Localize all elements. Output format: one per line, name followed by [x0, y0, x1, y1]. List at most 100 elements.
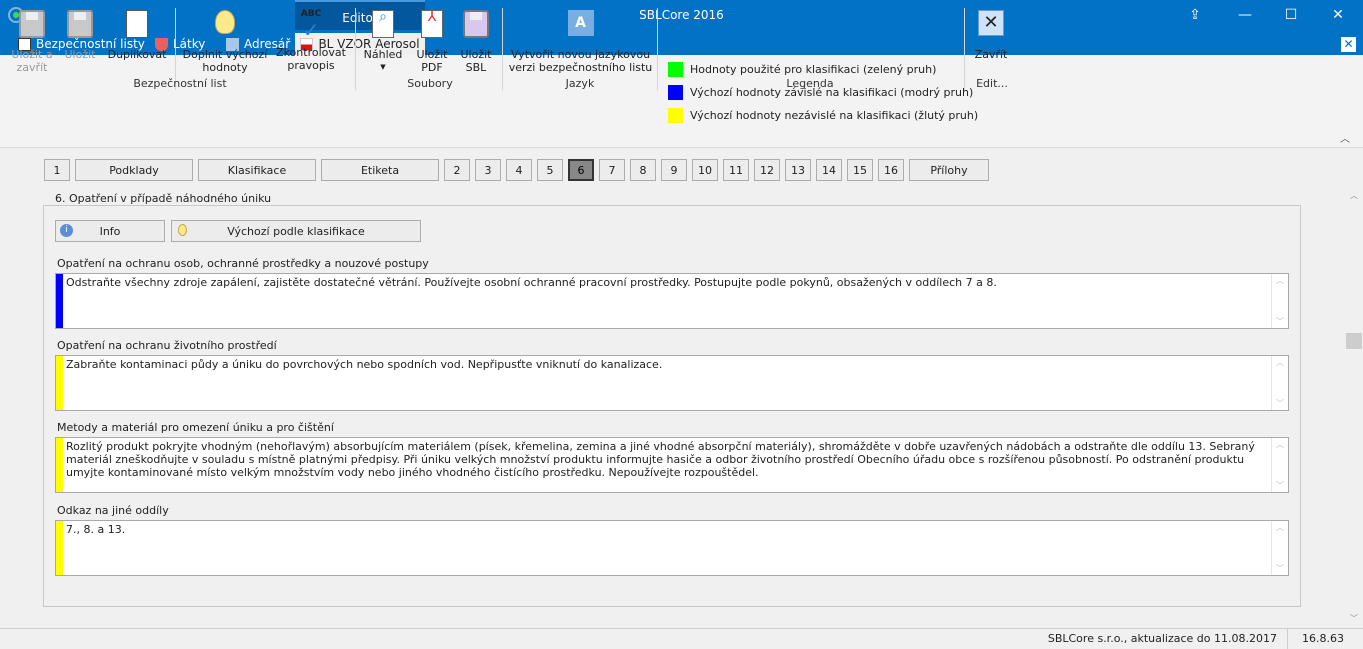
field-label: Odkaz na jiné oddíly [57, 504, 169, 517]
info-icon: i [60, 224, 73, 237]
field-label: Opatření na ochranu životního prostředí [57, 339, 277, 352]
field-textarea[interactable]: Zabraňte kontaminaci půdy a úniku do pov… [55, 355, 1289, 411]
label: pravopis [287, 59, 335, 72]
label: hodnoty [202, 61, 248, 74]
label: Hodnoty použité pro klasifikaci (zelený … [690, 63, 937, 76]
textarea-scrollbar[interactable]: ︿ ﹀ [1271, 274, 1288, 328]
save-sbl-button[interactable]: Uložit SBL [456, 8, 496, 74]
minimize-button[interactable]: — [1225, 4, 1265, 26]
label: verzi bezpečnostního listu [508, 61, 653, 74]
nav-button-8[interactable]: 8 [630, 159, 656, 181]
nav-button-přílohy[interactable]: Přílohy [909, 159, 989, 181]
field-value: 7., 8. a 13. [66, 523, 126, 536]
save-close-icon [19, 10, 45, 38]
collapse-ribbon-icon[interactable]: ︿ [1340, 130, 1350, 145]
new-language-version-button[interactable]: A Vytvořit novou jazykovou verzi bezpečnos… [508, 8, 653, 74]
save-button[interactable]: Uložit [60, 8, 100, 61]
textarea-scrollbar[interactable]: ︿ ﹀ [1271, 521, 1288, 575]
textarea-scrollbar[interactable]: ︿ ﹀ [1271, 356, 1288, 410]
group-label: Bezpečnostní list [133, 77, 227, 90]
nav-button-7[interactable]: 7 [599, 159, 625, 181]
close-document-button[interactable]: ✕ [1341, 37, 1356, 52]
field-textarea[interactable]: 7., 8. a 13. ︿ ﹀ [55, 520, 1289, 576]
vertical-scrollbar[interactable]: ︿ ﹀ [1345, 148, 1363, 628]
nav-button-podklady[interactable]: Podklady [75, 159, 193, 181]
separator [657, 8, 658, 90]
nav-button-13[interactable]: 13 [785, 159, 811, 181]
label: Uložit [64, 48, 96, 61]
nav-button-16[interactable]: 16 [878, 159, 904, 181]
label: Duplikovat [107, 48, 167, 61]
scrollbar-thumb[interactable] [1346, 333, 1362, 349]
nav-button-15[interactable]: 15 [847, 159, 873, 181]
nav-button-etiketa[interactable]: Etiketa [321, 159, 439, 181]
nav-button-4[interactable]: 4 [506, 159, 532, 181]
label: Výchozí hodnoty nezávislé na klasifikaci… [690, 109, 979, 122]
defaults-by-classification-button[interactable]: Výchozí podle klasifikace [171, 220, 421, 242]
field-label: Metody a materiál pro omezení úniku a pr… [57, 421, 334, 434]
field-textarea[interactable]: Rozlitý produkt pokryjte vhodným (nehořl… [55, 437, 1289, 493]
label: Uložit a [11, 48, 53, 61]
group-label: Edit... [976, 77, 1008, 90]
separator [355, 8, 356, 90]
status-version: 16.8.63 [1302, 632, 1344, 645]
label: Zavřít [974, 48, 1008, 61]
duplicate-button[interactable]: Duplikovat [105, 8, 169, 61]
label: Doplnit výchozí [182, 48, 268, 61]
lightbulb-icon [178, 224, 187, 236]
info-button[interactable]: i Info [55, 220, 165, 242]
section-title: 6. Opatření v případě náhodného úniku [52, 192, 275, 205]
classification-stripe [56, 274, 63, 328]
label: Výchozí podle klasifikace [227, 224, 365, 238]
group-label: Soubory [407, 77, 453, 90]
label: Zkontrolovat [276, 46, 346, 59]
pdf-icon: ⅄ [421, 10, 443, 38]
restore-ribbon-icon[interactable]: ⇪ [1175, 4, 1215, 26]
classification-stripe [56, 356, 63, 410]
label: Náhled [363, 48, 403, 61]
save-and-close-button[interactable]: Uložit a zavřít [8, 8, 56, 74]
nav-button-9[interactable]: 9 [661, 159, 687, 181]
label: PDF [421, 61, 443, 74]
yellow-swatch [668, 108, 683, 123]
lightbulb-icon [215, 10, 235, 34]
save-pdf-button[interactable]: ⅄ Uložit PDF [412, 8, 452, 74]
classification-stripe [56, 438, 63, 492]
legend-item-yellow: Výchozí hodnoty nezávislé na klasifikaci… [668, 108, 978, 123]
nav-button-12[interactable]: 12 [754, 159, 780, 181]
spellcheck-button[interactable]: ABC ✓ Zkontrolovat pravopis [274, 8, 348, 72]
blue-swatch [668, 85, 683, 100]
nav-button-klasifikace[interactable]: Klasifikace [198, 159, 316, 181]
preview-button[interactable]: ⌕ Náhled ▼ [362, 8, 404, 74]
nav-button-14[interactable]: 14 [816, 159, 842, 181]
nav-button-2[interactable]: 2 [444, 159, 470, 181]
status-company: SBLCore s.r.o., aktualizace do 11.08.201… [1048, 629, 1288, 649]
fill-defaults-button[interactable]: Doplnit výchozí hodnoty [180, 8, 270, 74]
close-window-button[interactable]: ✕ [1318, 4, 1358, 26]
label: Uložit [460, 48, 492, 61]
label: Vytvořit novou jazykovou [510, 48, 651, 61]
save-icon [67, 10, 93, 38]
group-label: Jazyk [565, 77, 595, 90]
nav-button-3[interactable]: 3 [475, 159, 501, 181]
label: SBL [465, 61, 487, 74]
maximize-button[interactable]: ☐ [1271, 4, 1311, 26]
field-value: Zabraňte kontaminaci půdy a úniku do pov… [66, 358, 663, 371]
nav-button-11[interactable]: 11 [723, 159, 749, 181]
close-button[interactable]: ✕ Zavřít [970, 8, 1012, 61]
nav-button-1[interactable]: 1 [44, 159, 70, 181]
textarea-scrollbar[interactable]: ︿ ﹀ [1271, 438, 1288, 492]
nav-button-5[interactable]: 5 [537, 159, 563, 181]
nav-button-10[interactable]: 10 [692, 159, 718, 181]
classification-stripe [56, 521, 63, 575]
status-bar: SBLCore s.r.o., aktualizace do 11.08.201… [0, 628, 1363, 649]
field-value: Odstraňte všechny zdroje zapálení, zajis… [66, 276, 997, 289]
nav-button-6[interactable]: 6 [568, 159, 594, 181]
field-value: Rozlitý produkt pokryjte vhodným (nehořl… [66, 440, 1255, 479]
duplicate-icon [126, 10, 148, 38]
save-sbl-icon [463, 10, 489, 38]
spellcheck-icon: ABC ✓ [295, 8, 327, 40]
field-textarea[interactable]: Odstraňte všechny zdroje zapálení, zajis… [55, 273, 1289, 329]
group-label: Legenda [786, 77, 834, 90]
dropdown-arrow-icon: ▼ [380, 63, 386, 71]
